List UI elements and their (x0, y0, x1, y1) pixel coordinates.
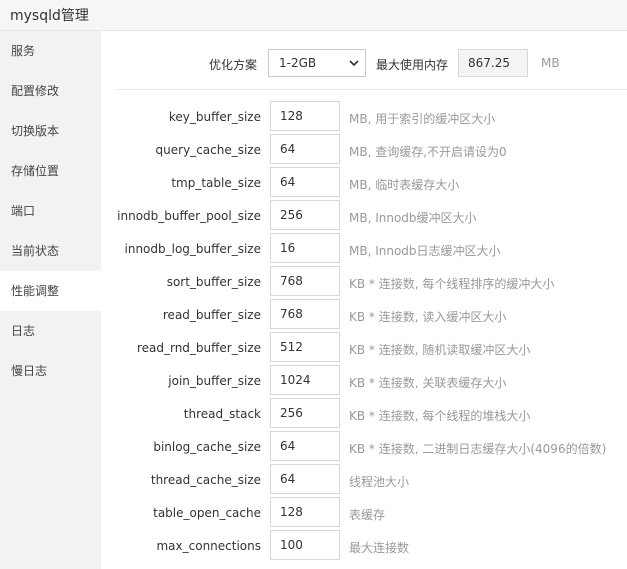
param-name: read_buffer_size (162, 308, 261, 322)
divider (117, 89, 627, 90)
param-input-thread-stack[interactable]: 256 (270, 398, 340, 428)
param-input-query-cache-size[interactable]: 64 (270, 134, 340, 164)
param-input-binlog-cache-size[interactable]: 64 (270, 431, 340, 461)
param-row-innodb-buffer-pool-size: innodb_buffer_pool_size 256 MB, Innodb缓冲… (101, 200, 627, 233)
optimize-bar: 优化方案 1-2GB 最大使用内存 867.25 MB (101, 31, 627, 91)
param-input-read-buffer-size[interactable]: 768 (270, 299, 340, 329)
param-row-read-buffer-size: read_buffer_size 768 KB * 连接数, 读入缓冲区大小 (101, 299, 627, 332)
param-name: max_connections (156, 539, 261, 553)
param-row-key-buffer-size: key_buffer_size 128 MB, 用于索引的缓冲区大小 (101, 101, 627, 134)
param-row-table-open-cache: table_open_cache 128 表缓存 (101, 497, 627, 530)
param-name: innodb_log_buffer_size (124, 242, 262, 256)
param-row-query-cache-size: query_cache_size 64 MB, 查询缓存,不开启请设为0 (101, 134, 627, 167)
plan-select-value: 1-2GB (279, 56, 317, 70)
param-input-innodb-log-buffer-size[interactable]: 16 (270, 233, 340, 263)
param-name: query_cache_size (155, 143, 261, 157)
sidebar-item-config[interactable]: 配置修改 (0, 71, 101, 111)
param-desc: MB, 查询缓存,不开启请设为0 (349, 145, 507, 159)
window-title: mysqld管理 (10, 8, 89, 24)
param-name: tmp_table_size (171, 176, 261, 190)
param-input-innodb-buffer-pool-size[interactable]: 256 (270, 200, 340, 230)
param-name: table_open_cache (153, 506, 261, 520)
param-row-tmp-table-size: tmp_table_size 64 MB, 临时表缓存大小 (101, 167, 627, 200)
param-input-key-buffer-size[interactable]: 128 (270, 101, 340, 131)
param-input-read-rnd-buffer-size[interactable]: 512 (270, 332, 340, 362)
param-desc: 表缓存 (349, 508, 386, 522)
param-name: key_buffer_size (168, 110, 261, 124)
param-input-thread-cache-size[interactable]: 64 (270, 464, 340, 494)
title-bar: mysqld管理 (0, 0, 627, 31)
param-row-max-connections: max_connections 100 最大连接数 (101, 530, 627, 563)
param-desc: KB * 连接数, 每个线程的堆栈大小 (349, 409, 531, 423)
param-input-max-connections[interactable]: 100 (270, 530, 340, 560)
param-row-thread-cache-size: thread_cache_size 64 线程池大小 (101, 464, 627, 497)
param-desc: 最大连接数 (349, 541, 410, 555)
max-mem-label: 最大使用内存 (376, 58, 449, 72)
sidebar-item-port[interactable]: 端口 (0, 191, 101, 231)
param-name: sort_buffer_size (166, 275, 261, 289)
param-desc: KB * 连接数, 随机读取缓冲区大小 (349, 343, 531, 357)
param-desc: KB * 连接数, 每个线程排序的缓冲大小 (349, 277, 555, 291)
param-name: thread_stack (183, 407, 261, 421)
max-mem-unit: MB (541, 56, 560, 70)
param-name: read_rnd_buffer_size (136, 341, 261, 355)
param-input-sort-buffer-size[interactable]: 768 (270, 266, 340, 296)
plan-label: 优化方案 (209, 58, 258, 72)
param-name: innodb_buffer_pool_size (117, 209, 261, 223)
param-row-sort-buffer-size: sort_buffer_size 768 KB * 连接数, 每个线程排序的缓冲… (101, 266, 627, 299)
param-desc: MB, 临时表缓存大小 (349, 178, 460, 192)
sidebar-item-performance[interactable]: 性能调整 (0, 271, 101, 311)
param-input-join-buffer-size[interactable]: 1024 (270, 365, 340, 395)
sidebar-item-status[interactable]: 当前状态 (0, 231, 101, 271)
param-row-thread-stack: thread_stack 256 KB * 连接数, 每个线程的堆栈大小 (101, 398, 627, 431)
param-desc: KB * 连接数, 关联表缓存大小 (349, 376, 507, 390)
sidebar: 服务 配置修改 切换版本 存储位置 端口 当前状态 性能调整 日志 慢日志 (0, 31, 101, 569)
sidebar-item-service[interactable]: 服务 (0, 31, 101, 71)
param-row-binlog-cache-size: binlog_cache_size 64 KB * 连接数, 二进制日志缓存大小… (101, 431, 627, 464)
param-desc: MB, Innodb日志缓冲区大小 (349, 244, 501, 258)
sidebar-item-slow-log[interactable]: 慢日志 (0, 351, 101, 391)
plan-select[interactable]: 1-2GB (268, 49, 366, 77)
param-input-table-open-cache[interactable]: 128 (270, 497, 340, 527)
chevron-down-icon (349, 60, 359, 67)
sidebar-item-storage[interactable]: 存储位置 (0, 151, 101, 191)
param-desc: KB * 连接数, 二进制日志缓存大小(4096的倍数) (349, 442, 607, 456)
param-desc: KB * 连接数, 读入缓冲区大小 (349, 310, 507, 324)
param-desc: MB, Innodb缓冲区大小 (349, 211, 477, 225)
param-name: join_buffer_size (168, 374, 261, 388)
sidebar-item-version[interactable]: 切换版本 (0, 111, 101, 151)
param-row-read-rnd-buffer-size: read_rnd_buffer_size 512 KB * 连接数, 随机读取缓… (101, 332, 627, 365)
sidebar-item-log[interactable]: 日志 (0, 311, 101, 351)
param-desc: 线程池大小 (349, 475, 410, 489)
param-desc: MB, 用于索引的缓冲区大小 (349, 112, 496, 126)
param-input-tmp-table-size[interactable]: 64 (270, 167, 340, 197)
param-name: thread_cache_size (150, 473, 261, 487)
main-panel: 优化方案 1-2GB 最大使用内存 867.25 MB key_buffer_s… (101, 31, 627, 569)
param-row-join-buffer-size: join_buffer_size 1024 KB * 连接数, 关联表缓存大小 (101, 365, 627, 398)
max-mem-field: 867.25 (458, 49, 528, 77)
param-row-innodb-log-buffer-size: innodb_log_buffer_size 16 MB, Innodb日志缓冲… (101, 233, 627, 266)
param-name: binlog_cache_size (153, 440, 261, 454)
